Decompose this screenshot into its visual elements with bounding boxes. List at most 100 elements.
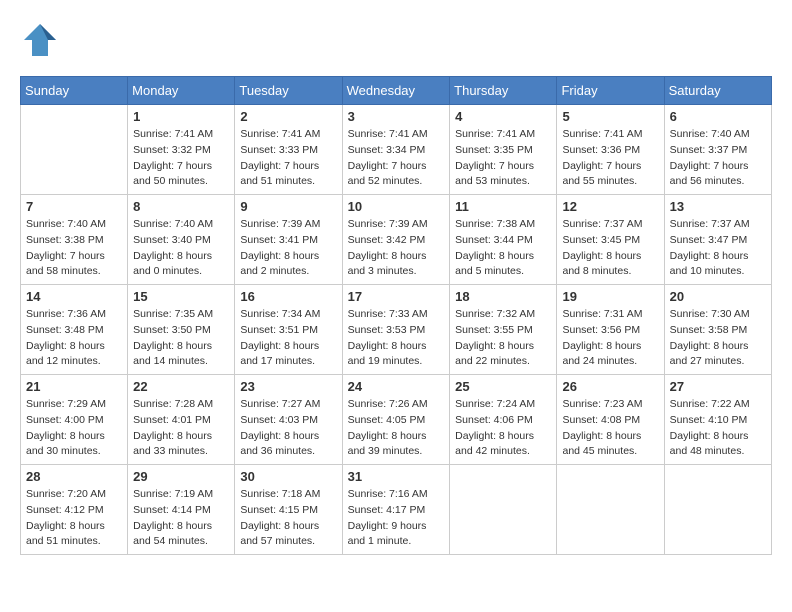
sunset-text: Sunset: 3:41 PM (240, 233, 336, 249)
sunrise-text: Sunrise: 7:38 AM (455, 217, 551, 233)
daylight-text: Daylight: 8 hours and 45 minutes. (562, 429, 658, 461)
sunrise-text: Sunrise: 7:36 AM (26, 307, 122, 323)
sunset-text: Sunset: 3:32 PM (133, 143, 229, 159)
sunset-text: Sunset: 3:55 PM (455, 323, 551, 339)
calendar-cell: 15 Sunrise: 7:35 AMSunset: 3:50 PMDayligh… (128, 285, 235, 375)
calendar-cell: 13 Sunrise: 7:37 AMSunset: 3:47 PMDayligh… (664, 195, 771, 285)
day-number: 11 (455, 199, 551, 214)
daylight-text: Daylight: 9 hours and 1 minute. (348, 519, 445, 551)
day-info: Sunrise: 7:26 AMSunset: 4:05 PMDaylight:… (348, 397, 445, 460)
calendar-cell: 11 Sunrise: 7:38 AMSunset: 3:44 PMDayligh… (450, 195, 557, 285)
sunset-text: Sunset: 4:06 PM (455, 413, 551, 429)
day-info: Sunrise: 7:39 AMSunset: 3:42 PMDaylight:… (348, 217, 445, 280)
sunset-text: Sunset: 3:50 PM (133, 323, 229, 339)
day-info: Sunrise: 7:29 AMSunset: 4:00 PMDaylight:… (26, 397, 122, 460)
daylight-text: Daylight: 7 hours and 50 minutes. (133, 159, 229, 191)
daylight-text: Daylight: 8 hours and 54 minutes. (133, 519, 229, 551)
day-info: Sunrise: 7:41 AMSunset: 3:35 PMDaylight:… (455, 127, 551, 190)
day-number: 3 (348, 109, 445, 124)
daylight-text: Daylight: 8 hours and 24 minutes. (562, 339, 658, 371)
day-info: Sunrise: 7:20 AMSunset: 4:12 PMDaylight:… (26, 487, 122, 550)
sunset-text: Sunset: 4:12 PM (26, 503, 122, 519)
calendar-cell: 20Sunrise: 7:30 AMSunset: 3:58 PMDayligh… (664, 285, 771, 375)
sunset-text: Sunset: 4:15 PM (240, 503, 336, 519)
week-row-1: 1Sunrise: 7:41 AMSunset: 3:32 PMDaylight… (21, 105, 772, 195)
sunrise-text: Sunrise: 7:28 AM (133, 397, 229, 413)
day-number: 15 (133, 289, 229, 304)
sunrise-text: Sunrise: 7:41 AM (348, 127, 445, 143)
day-number: 19 (562, 289, 658, 304)
day-info: Sunrise: 7:38 AMSunset: 3:44 PMDaylight:… (455, 217, 551, 280)
calendar-cell: 5 Sunrise: 7:41 AMSunset: 3:36 PMDaylight… (557, 105, 664, 195)
sunset-text: Sunset: 3:44 PM (455, 233, 551, 249)
sunset-text: Sunset: 3:58 PM (670, 323, 766, 339)
calendar-cell: 25Sunrise: 7:24 AMSunset: 4:06 PMDayligh… (450, 375, 557, 465)
daylight-text: Daylight: 8 hours and 48 minutes. (670, 429, 766, 461)
day-info: Sunrise: 7:34 AMSunset: 3:51 PMDaylight:… (240, 307, 336, 370)
calendar-cell: 28Sunrise: 7:20 AMSunset: 4:12 PMDayligh… (21, 465, 128, 555)
day-number: 9 (240, 199, 336, 214)
day-number: 13 (670, 199, 766, 214)
sunrise-text: Sunrise: 7:40 AM (670, 127, 766, 143)
day-number: 7 (26, 199, 122, 214)
calendar-cell: 23Sunrise: 7:27 AMSunset: 4:03 PMDayligh… (235, 375, 342, 465)
calendar-cell: 21Sunrise: 7:29 AMSunset: 4:00 PMDayligh… (21, 375, 128, 465)
day-info: Sunrise: 7:37 AMSunset: 3:45 PMDaylight:… (562, 217, 658, 280)
day-info: Sunrise: 7:41 AMSunset: 3:36 PMDaylight:… (562, 127, 658, 190)
day-info: Sunrise: 7:37 AMSunset: 3:47 PMDaylight:… (670, 217, 766, 280)
calendar-header-row: SundayMondayTuesdayWednesdayThursdayFrid… (21, 77, 772, 105)
calendar-header-wednesday: Wednesday (342, 77, 450, 105)
sunrise-text: Sunrise: 7:29 AM (26, 397, 122, 413)
daylight-text: Daylight: 7 hours and 56 minutes. (670, 159, 766, 191)
day-number: 18 (455, 289, 551, 304)
sunrise-text: Sunrise: 7:24 AM (455, 397, 551, 413)
sunset-text: Sunset: 3:56 PM (562, 323, 658, 339)
calendar-cell: 19 Sunrise: 7:31 AMSunset: 3:56 PMDayligh… (557, 285, 664, 375)
sunset-text: Sunset: 3:34 PM (348, 143, 445, 159)
calendar-cell: 18 Sunrise: 7:32 AMSunset: 3:55 PMDayligh… (450, 285, 557, 375)
calendar-header-sunday: Sunday (21, 77, 128, 105)
calendar-header-saturday: Saturday (664, 77, 771, 105)
day-number: 27 (670, 379, 766, 394)
calendar-cell (664, 465, 771, 555)
sunrise-text: Sunrise: 7:30 AM (670, 307, 766, 323)
sunset-text: Sunset: 3:33 PM (240, 143, 336, 159)
calendar-header-thursday: Thursday (450, 77, 557, 105)
sunset-text: Sunset: 4:10 PM (670, 413, 766, 429)
calendar-cell: 31Sunrise: 7:16 AMSunset: 4:17 PMDayligh… (342, 465, 450, 555)
day-info: Sunrise: 7:31 AMSunset: 3:56 PMDaylight:… (562, 307, 658, 370)
daylight-text: Daylight: 8 hours and 33 minutes. (133, 429, 229, 461)
day-info: Sunrise: 7:40 AMSunset: 3:38 PMDaylight:… (26, 217, 122, 280)
calendar-cell: 1Sunrise: 7:41 AMSunset: 3:32 PMDaylight… (128, 105, 235, 195)
daylight-text: Daylight: 8 hours and 5 minutes. (455, 249, 551, 281)
sunrise-text: Sunrise: 7:40 AM (133, 217, 229, 233)
calendar-cell (557, 465, 664, 555)
sunrise-text: Sunrise: 7:16 AM (348, 487, 445, 503)
calendar-cell: 17Sunrise: 7:33 AMSunset: 3:53 PMDayligh… (342, 285, 450, 375)
day-info: Sunrise: 7:23 AMSunset: 4:08 PMDaylight:… (562, 397, 658, 460)
calendar-header-monday: Monday (128, 77, 235, 105)
daylight-text: Daylight: 7 hours and 58 minutes. (26, 249, 122, 281)
daylight-text: Daylight: 7 hours and 52 minutes. (348, 159, 445, 191)
day-number: 26 (562, 379, 658, 394)
sunrise-text: Sunrise: 7:41 AM (240, 127, 336, 143)
week-row-5: 28Sunrise: 7:20 AMSunset: 4:12 PMDayligh… (21, 465, 772, 555)
day-number: 31 (348, 469, 445, 484)
day-info: Sunrise: 7:41 AMSunset: 3:32 PMDaylight:… (133, 127, 229, 190)
calendar-cell: 27Sunrise: 7:22 AMSunset: 4:10 PMDayligh… (664, 375, 771, 465)
calendar-cell: 9Sunrise: 7:39 AMSunset: 3:41 PMDaylight… (235, 195, 342, 285)
sunrise-text: Sunrise: 7:34 AM (240, 307, 336, 323)
daylight-text: Daylight: 8 hours and 42 minutes. (455, 429, 551, 461)
day-number: 12 (562, 199, 658, 214)
calendar-cell: 12 Sunrise: 7:37 AMSunset: 3:45 PMDayligh… (557, 195, 664, 285)
day-info: Sunrise: 7:32 AMSunset: 3:55 PMDaylight:… (455, 307, 551, 370)
day-number: 5 (562, 109, 658, 124)
day-info: Sunrise: 7:35 AMSunset: 3:50 PMDaylight:… (133, 307, 229, 370)
day-number: 14 (26, 289, 122, 304)
sunset-text: Sunset: 4:00 PM (26, 413, 122, 429)
day-number: 23 (240, 379, 336, 394)
calendar-cell: 2Sunrise: 7:41 AMSunset: 3:33 PMDaylight… (235, 105, 342, 195)
sunrise-text: Sunrise: 7:20 AM (26, 487, 122, 503)
calendar-cell: 22Sunrise: 7:28 AMSunset: 4:01 PMDayligh… (128, 375, 235, 465)
sunset-text: Sunset: 3:36 PM (562, 143, 658, 159)
